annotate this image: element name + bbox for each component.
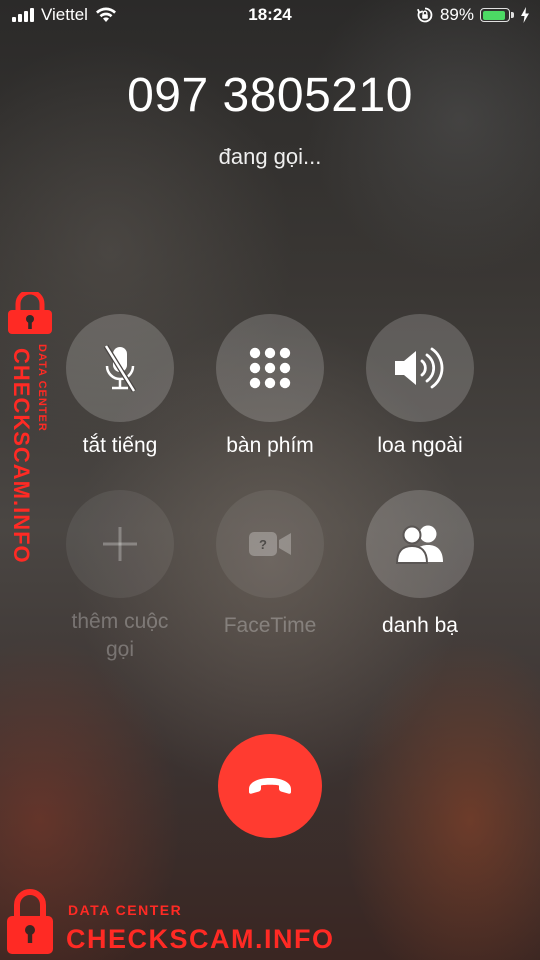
watermark-vertical-main: CHECKSCAM.INFO: [9, 348, 34, 564]
speaker-label: loa ngoài: [377, 434, 463, 457]
watermark-vertical-small: DATA CENTER: [36, 344, 48, 432]
status-right: 89%: [416, 5, 530, 25]
add-call-button[interactable]: thêm cuộc gọi: [50, 490, 190, 664]
keypad-label: bàn phím: [226, 434, 314, 457]
caller-number: 097 3805210: [127, 69, 413, 122]
watermark-bottom: DATA CENTER CHECKSCAM.INFO: [2, 888, 335, 958]
contacts-button[interactable]: danh bạ: [350, 490, 490, 640]
battery-fill: [482, 10, 505, 20]
status-bar: Viettel 18:24 89%: [0, 0, 540, 32]
call-status: đang gọi...: [218, 144, 322, 169]
end-call-button[interactable]: [218, 734, 322, 838]
add-call-icon: [103, 527, 137, 561]
facetime-button[interactable]: ? FaceTime: [200, 490, 340, 640]
mute-microphone-icon: [103, 344, 137, 393]
speaker-button[interactable]: loa ngoài: [350, 314, 490, 460]
watermark-bottom-small: DATA CENTER: [68, 902, 183, 918]
charging-bolt-icon: [521, 7, 529, 23]
facetime-icon: ?: [249, 532, 291, 556]
facetime-label: FaceTime: [223, 614, 317, 637]
keypad-button[interactable]: bàn phím: [200, 314, 340, 460]
rotation-lock-icon: [416, 7, 433, 23]
mute-label: tắt tiếng: [82, 434, 158, 457]
keypad-icon: [249, 347, 291, 389]
facetime-circle[interactable]: ?: [216, 490, 324, 598]
add-call-circle[interactable]: [66, 490, 174, 598]
battery-percent: 89%: [439, 5, 474, 24]
contacts-label: danh bạ: [382, 614, 458, 637]
watermark-bottom-main: CHECKSCAM.INFO: [66, 924, 335, 954]
padlock-icon: [8, 292, 52, 334]
keypad-circle[interactable]: [216, 314, 324, 422]
battery-icon: [480, 8, 514, 22]
end-call-icon: [249, 778, 291, 794]
padlock-icon: [7, 889, 53, 954]
mute-button[interactable]: tắt tiếng: [50, 314, 190, 460]
speaker-icon: [395, 347, 444, 389]
contacts-icon: [395, 525, 443, 564]
contacts-circle[interactable]: [366, 490, 474, 598]
speaker-circle[interactable]: [366, 314, 474, 422]
svg-text:?: ?: [259, 537, 267, 552]
add-call-label: thêm cuộc gọi: [71, 610, 169, 661]
watermark-vertical: CHECKSCAM.INFO DATA CENTER: [2, 292, 60, 564]
mute-circle[interactable]: [66, 314, 174, 422]
